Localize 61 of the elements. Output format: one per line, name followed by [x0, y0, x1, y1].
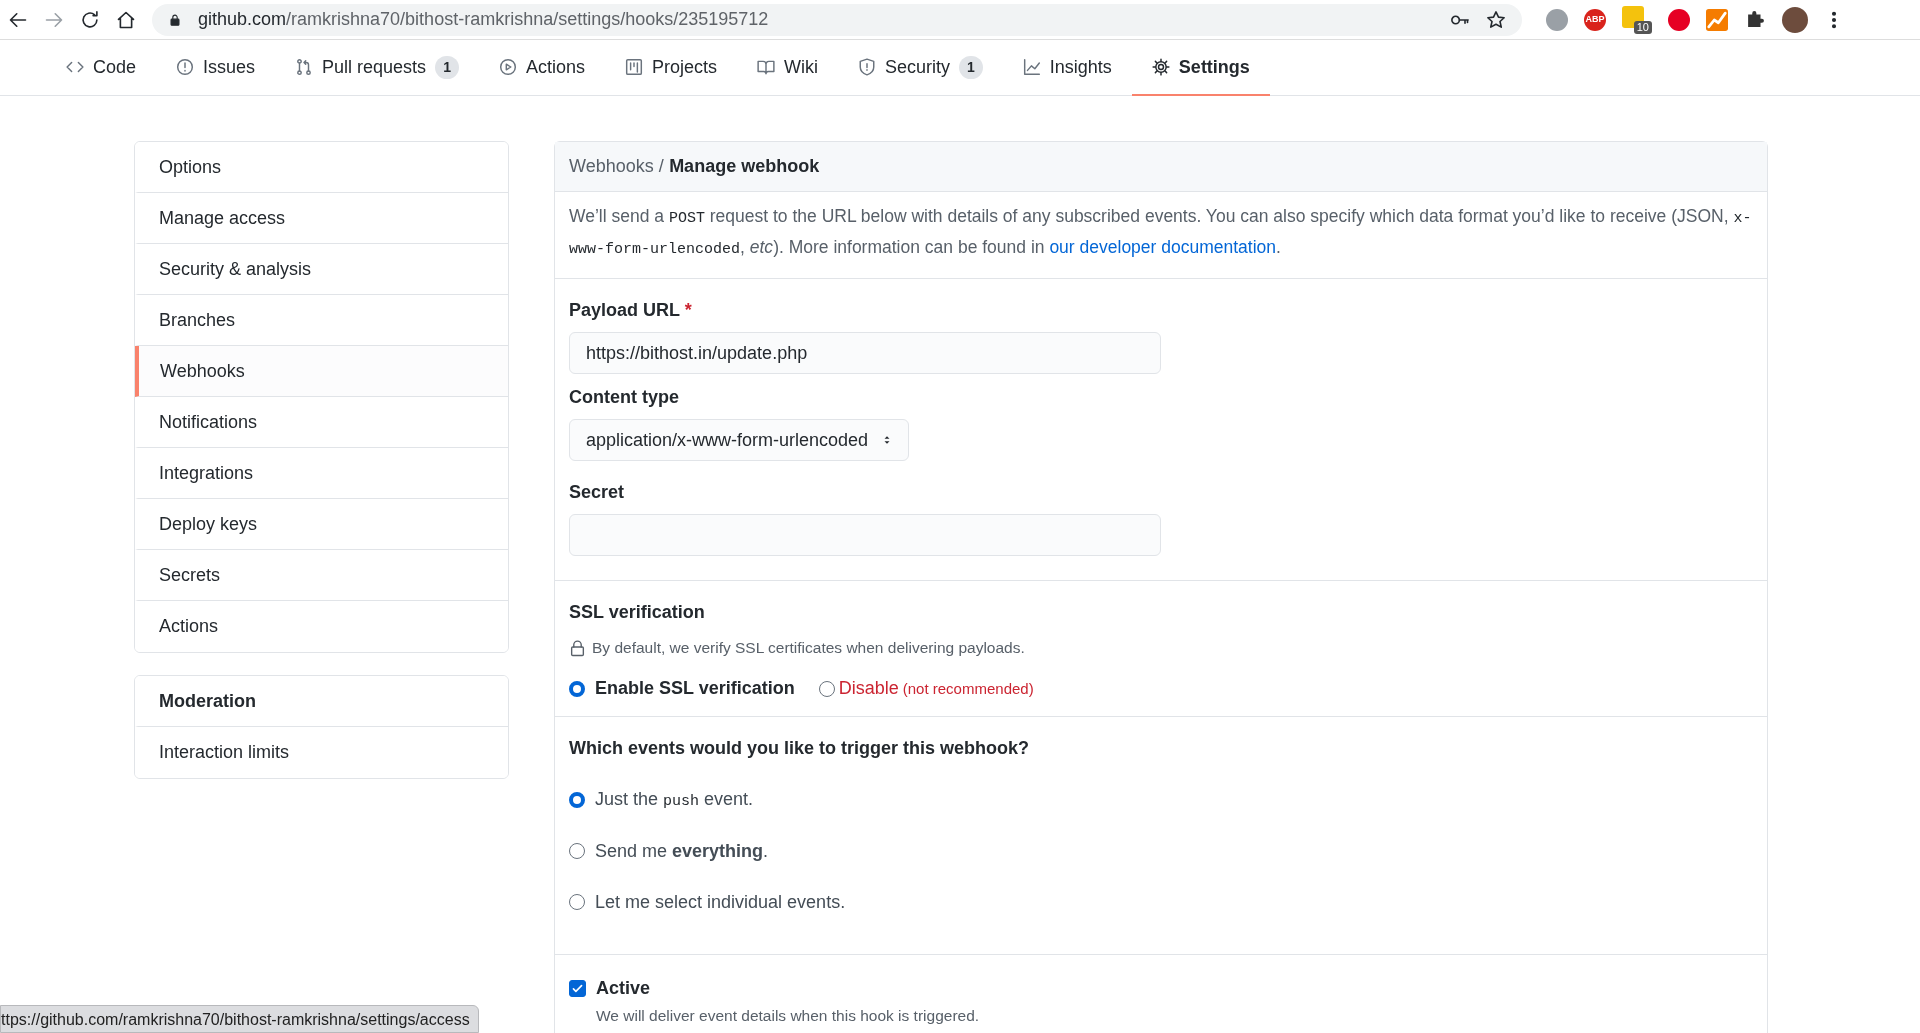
trend-icon[interactable]	[1706, 8, 1728, 31]
radio-button[interactable]	[569, 894, 585, 911]
docs-link[interactable]: our developer documentation	[1049, 237, 1277, 257]
checkbox-label: Active	[596, 976, 651, 1000]
url-text: github.com/ramkrishna70/bithost-ramkrishna/settings/hooks/235195712	[198, 8, 769, 31]
pin-icon[interactable]	[1668, 8, 1690, 31]
content-type-select[interactable]: application/x-www-form-urlencoded	[569, 419, 910, 461]
radio-button[interactable]	[818, 680, 835, 697]
field-label: Content type	[569, 386, 680, 409]
section-heading: SSL verification	[569, 601, 706, 624]
intro-paragraph: We’ll send a POST request to the URL below with details of any subscribed events. You can also specify which data format you’d like to receive (JSON, x-www-form-urlencoded, etc). More information can be found in our developer documentation.	[569, 205, 1753, 260]
book-icon	[757, 58, 775, 76]
breadcrumb: Webhooks / Manage webhook	[555, 142, 1767, 192]
settings-icon	[1151, 58, 1170, 76]
option-label: Disable	[838, 677, 899, 701]
option-label: Just the push event.	[595, 788, 754, 813]
address-bar[interactable]: github.com/ramkrishna70/bithost-ramkrishna/settings/hooks/235195712	[152, 3, 1522, 36]
circle-icon	[176, 58, 195, 76]
repo-tab[interactable]: Actions	[478, 40, 605, 96]
repo-tab[interactable]: Projects	[604, 40, 737, 96]
shield-icon	[858, 58, 876, 76]
menu-heading: Moderation	[135, 676, 508, 727]
section-heading: Which events would you like to trigger this webhook?	[569, 737, 1031, 761]
option-label: Enable SSL verification	[595, 677, 795, 701]
radio-button[interactable]	[569, 680, 585, 697]
home-icon[interactable]	[116, 9, 136, 30]
adblock-button[interactable]: ABP	[1584, 8, 1606, 31]
repo-tab[interactable]: Pull requests 1	[275, 40, 479, 96]
field-label: Secret	[569, 481, 626, 504]
status-url-tooltip: ttps://github.com/ramkrishna70/bithost-ramkrishna/settings/access	[0, 1005, 479, 1033]
repo-tab[interactable]: Wiki	[737, 40, 838, 96]
avatar-circle[interactable]	[1782, 6, 1808, 33]
reload-icon[interactable]	[80, 9, 100, 30]
pull-request-icon	[295, 58, 314, 76]
repo-tab[interactable]: Security 1	[838, 40, 1003, 96]
radio-button[interactable]	[569, 843, 585, 860]
field-label: Payload URL *	[569, 299, 693, 322]
repo-tab[interactable]: Settings	[1131, 40, 1270, 96]
repo-tab[interactable]: Insights	[1002, 40, 1132, 96]
lock-icon	[569, 638, 586, 657]
board-icon	[624, 58, 643, 76]
option-label: Let me select individual events.	[595, 890, 846, 914]
star-icon[interactable]	[1486, 9, 1506, 30]
count-badge: 1	[435, 55, 459, 79]
play-icon	[498, 58, 517, 76]
repo-tab[interactable]: Issues	[156, 40, 276, 96]
sidebar-item[interactable]: Options	[135, 142, 508, 193]
hint-text: We will deliver event details when this hook is triggered.	[596, 1005, 981, 1026]
extension-icon[interactable]	[1546, 8, 1568, 31]
warning-note: (not recommended)	[902, 678, 1034, 699]
input-field[interactable]	[569, 514, 1161, 556]
lock-icon	[168, 12, 182, 27]
radio-button[interactable]	[569, 792, 585, 808]
count-badge: 1	[959, 55, 983, 79]
option-label: Send me everything.	[595, 839, 769, 863]
checkbox[interactable]	[569, 979, 586, 997]
hint-text: By default, we verify SSL certificates when delivering payloads.	[592, 638, 1025, 658]
graph-icon	[1022, 58, 1041, 76]
sidebar-item[interactable]: Webhooks	[135, 346, 508, 397]
repo-tab[interactable]: Code	[46, 40, 157, 96]
input-field[interactable]: https://bithost.in/update.php	[569, 332, 1161, 374]
